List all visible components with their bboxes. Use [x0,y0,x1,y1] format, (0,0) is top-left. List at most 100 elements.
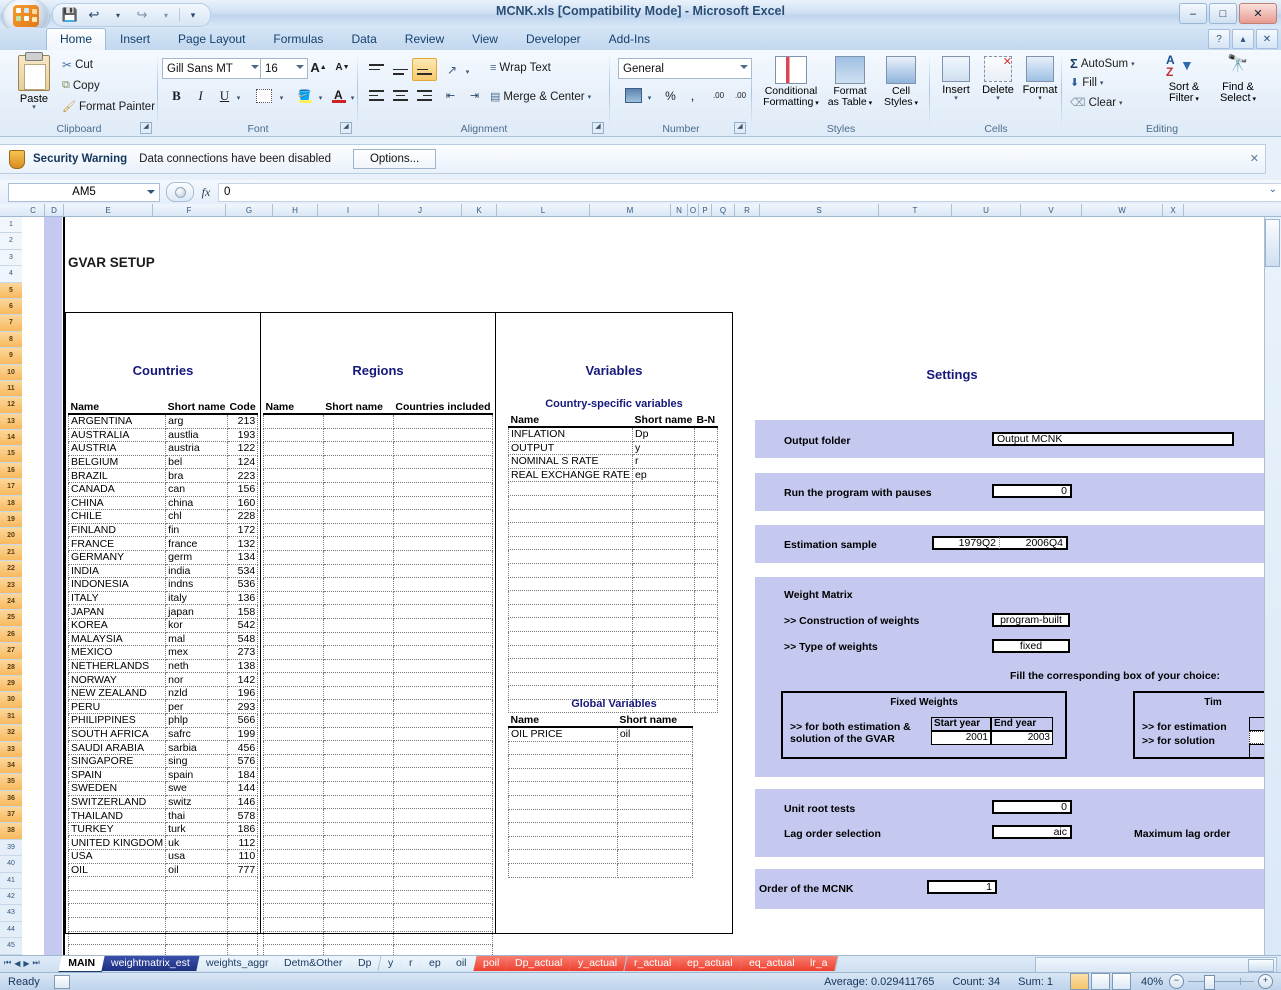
table-cell[interactable]: fin [165,522,228,538]
table-cell[interactable] [632,549,695,564]
table-cell[interactable] [508,767,618,783]
table-cell[interactable] [322,672,394,687]
table-row[interactable] [67,930,259,946]
table-cell[interactable] [392,617,494,633]
table-cell[interactable]: TURKEY [67,821,167,837]
table-cell[interactable]: 144 [226,781,259,796]
sheet-tab-weightmatrix-est[interactable]: weightmatrix_est [101,956,201,971]
table-row[interactable]: FINLAND fin 172 [67,522,259,538]
table-row[interactable] [263,930,494,946]
table-row[interactable]: PHILIPPINES phlp 566 [67,713,259,728]
close-button[interactable]: ✕ [1239,3,1277,24]
table-cell[interactable] [263,495,324,511]
table-row[interactable] [508,781,694,796]
vertical-scrollbar-thumb[interactable] [1265,219,1280,267]
row-header-43[interactable]: 43 [0,905,22,922]
column-header-n[interactable]: N [671,204,688,216]
merge-dropdown-icon[interactable]: ▾ [588,93,592,101]
italic-button[interactable]: I [188,84,213,107]
sheet-tabs[interactable]: MAIN weightmatrix_est weights_aggr Detm&Oth… [58,956,839,973]
row-header-6[interactable]: 6 [0,298,22,316]
table-cell[interactable] [263,658,324,674]
table-cell[interactable] [263,509,324,524]
table-cell[interactable] [616,862,694,878]
restore-button[interactable]: □ [1209,3,1237,24]
table-cell[interactable] [693,617,719,632]
table-cell[interactable]: usa [165,849,228,864]
table-cell[interactable]: 124 [226,454,259,470]
table-cell[interactable] [508,740,618,756]
table-cell[interactable] [507,671,634,687]
table-cell[interactable] [322,685,394,701]
table-cell[interactable]: per [165,699,228,715]
table-row[interactable]: SAUDI ARABIA sarbia 456 [67,740,259,755]
table-cell[interactable] [392,713,494,728]
row-header-28[interactable]: 28 [0,659,22,676]
table-cell[interactable] [693,658,719,673]
tab-insert[interactable]: Insert [106,28,164,51]
wrap-text-button[interactable]: ≡ Wrap Text [490,62,551,74]
table-row[interactable] [263,427,494,443]
decrease-decimal-button[interactable]: .00 [728,84,753,107]
lag-order-selection-field[interactable]: aic [992,825,1072,839]
table-row[interactable] [507,535,719,551]
tab-view[interactable]: View [458,28,512,51]
table-cell[interactable]: bel [165,454,228,470]
row-header-41[interactable]: 41 [0,873,22,890]
row-header-40[interactable]: 40 [0,856,22,873]
table-cell[interactable]: 777 [226,862,259,878]
table-row[interactable] [263,577,494,592]
copy-button[interactable]: ⧉ Copy [62,79,100,92]
align-middle-button[interactable] [388,58,413,81]
row-header-4[interactable]: 4 [0,266,22,283]
minimize-ribbon-icon[interactable]: ▴ [1232,29,1254,49]
autosum-dropdown-icon[interactable]: ▾ [1131,60,1135,68]
table-cell[interactable]: 273 [226,645,259,660]
table-cell[interactable] [616,754,694,769]
table-row[interactable]: KOREA kor 542 [67,617,259,633]
table-cell[interactable] [263,713,324,728]
table-cell[interactable] [392,740,494,755]
table-cell[interactable]: phlp [165,713,228,728]
paste-button[interactable]: Paste ▾ [10,52,58,117]
table-row[interactable]: USA usa 110 [67,849,259,864]
row-header-45[interactable]: 45 [0,938,22,955]
clear-button[interactable]: ⌫ Clear ▾ [1070,96,1123,110]
table-cell[interactable]: 172 [226,522,259,538]
table-row[interactable] [507,603,719,619]
sheet-tab-y-actual[interactable]: y_actual [568,956,629,971]
table-cell[interactable] [322,699,394,715]
table-row[interactable]: SWITZERLAND switz 146 [67,794,259,810]
table-cell[interactable] [693,644,719,660]
table-cell[interactable] [507,549,634,564]
table-cell[interactable] [263,617,324,633]
table-cell[interactable] [693,576,719,592]
column-header-c[interactable]: C [22,204,45,216]
unit-root-tests-field[interactable]: 0 [992,800,1072,814]
row-header-16[interactable]: 16 [0,462,22,480]
sheet-tab-dp-actual[interactable]: Dp_actual [505,956,574,971]
table-cell[interactable] [693,481,719,496]
table-row[interactable] [507,630,719,646]
table-cell[interactable] [507,481,634,496]
table-cell[interactable]: NETHERLANDS [67,658,167,674]
table-cell[interactable] [508,822,618,837]
table-cell[interactable] [392,726,494,742]
table-cell[interactable] [263,454,324,470]
table-cell[interactable]: SINGAPORE [67,753,167,769]
table-cell[interactable]: 548 [226,631,259,647]
table-cell[interactable] [392,794,494,810]
table-cell[interactable] [322,441,394,456]
table-cell[interactable] [165,876,228,891]
table-row[interactable] [507,494,719,510]
table-cell[interactable] [392,590,494,606]
table-cell[interactable]: OUTPUT [507,440,634,456]
table-cell[interactable]: germ [165,549,228,565]
table-cell[interactable] [322,740,394,755]
table-cell[interactable]: bra [165,468,228,483]
table-row[interactable] [263,481,494,497]
table-cell[interactable]: BELGIUM [67,454,167,470]
column-headers[interactable]: CDEFGHIJKLMNOPQRSTUVWX [0,204,1281,217]
first-sheet-icon[interactable]: ⏮ [4,958,11,968]
table-cell[interactable]: GERMANY [67,549,167,565]
